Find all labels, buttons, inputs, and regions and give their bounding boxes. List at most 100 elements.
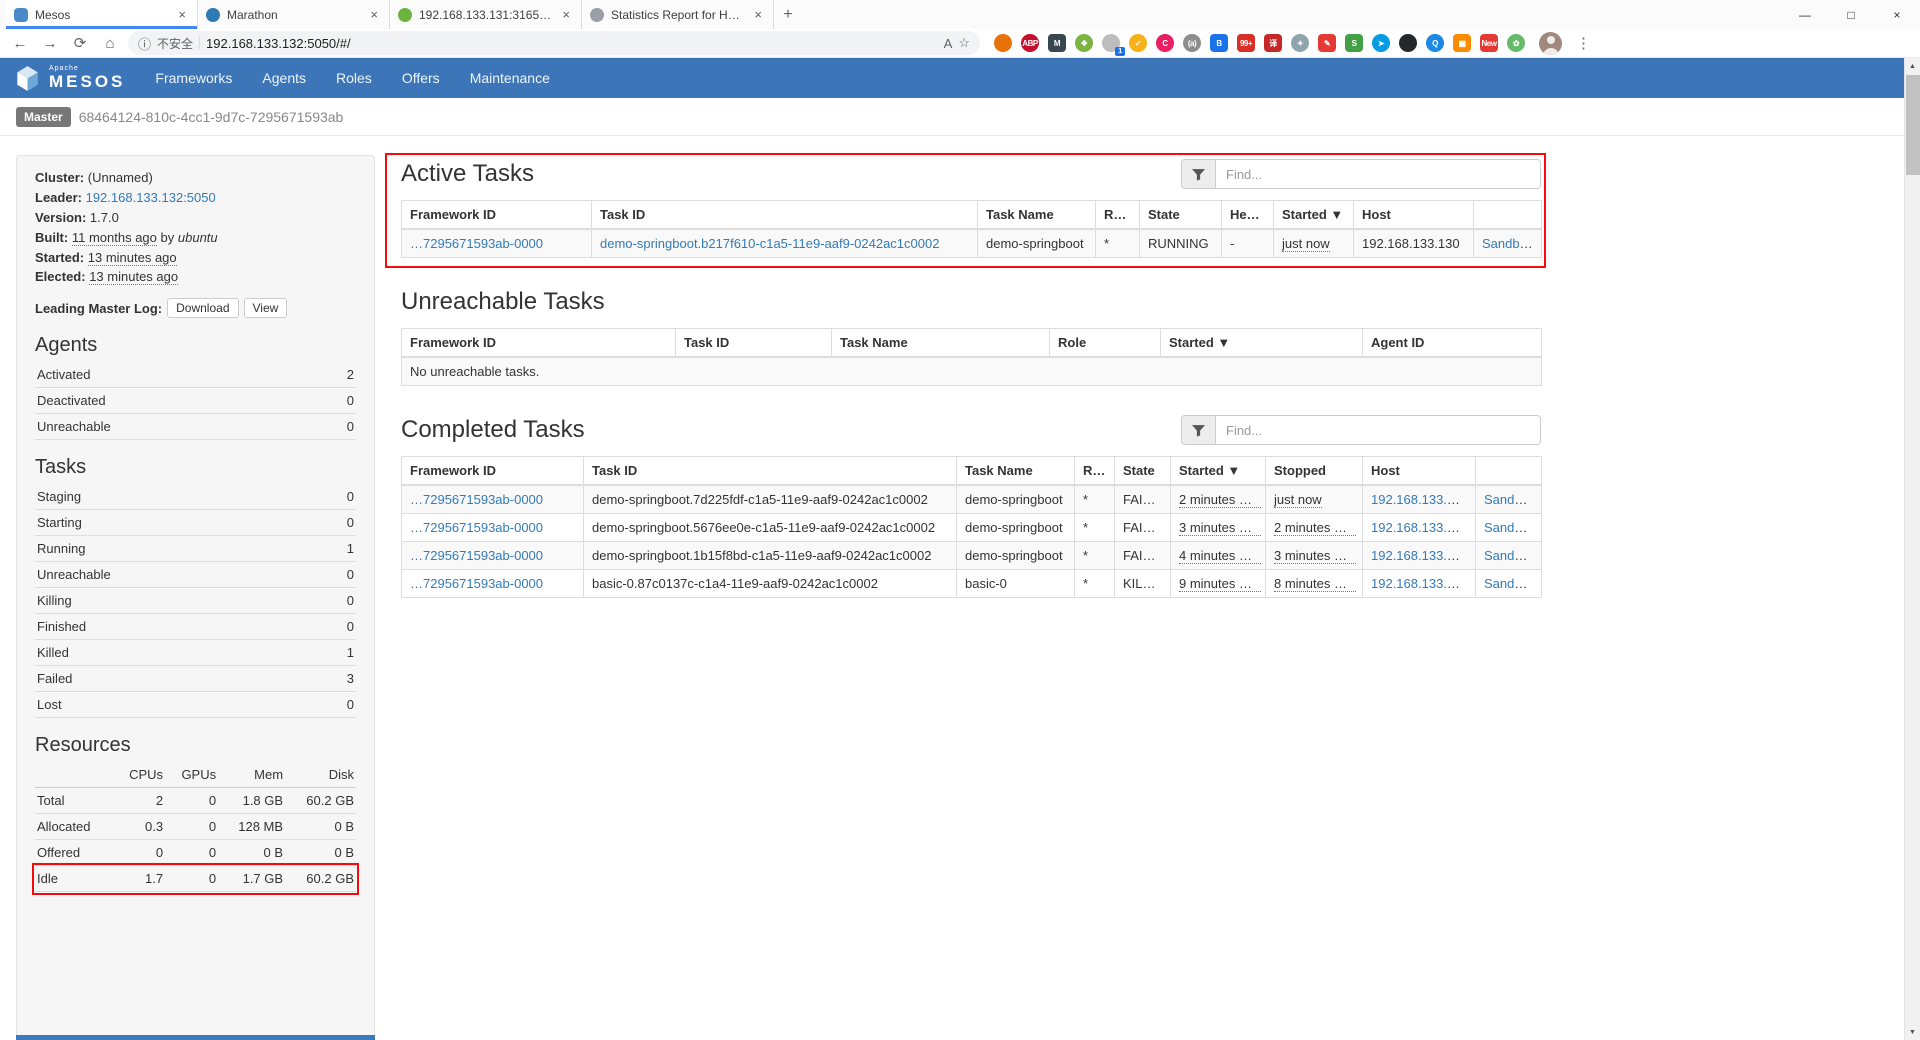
leader-link[interactable]: 192.168.133.132:5050 (86, 190, 216, 205)
maximize-button[interactable]: □ (1828, 0, 1874, 29)
filter-button[interactable] (1181, 415, 1215, 445)
nav-item[interactable]: Roles (336, 70, 372, 86)
framework-link[interactable]: …7295671593ab-0000 (410, 576, 543, 591)
extension-icon[interactable]: ✓ (1129, 34, 1147, 52)
column-header[interactable]: State (1115, 457, 1171, 486)
browser-tab[interactable]: Mesos × (6, 0, 198, 29)
column-header[interactable]: Role (1075, 457, 1115, 486)
log-download-button[interactable]: Download (167, 298, 238, 318)
framework-link[interactable]: …7295671593ab-0000 (410, 548, 543, 563)
column-header[interactable]: Host (1354, 201, 1474, 230)
extension-icon[interactable]: S (1345, 34, 1363, 52)
filter-button[interactable] (1181, 159, 1215, 189)
column-header[interactable] (1474, 201, 1542, 230)
task-name-cell: demo-springboot (978, 229, 1096, 258)
extension-glyph: New (1482, 39, 1497, 48)
column-header[interactable]: Task Name (957, 457, 1075, 486)
new-tab-button[interactable]: + (774, 0, 802, 29)
extension-icon[interactable]: Q (1426, 34, 1444, 52)
extension-icon[interactable]: M (1048, 34, 1066, 52)
extension-icon[interactable] (1399, 34, 1417, 52)
framework-link[interactable]: …7295671593ab-0000 (410, 520, 543, 535)
scrollbar-down-icon[interactable]: ▼ (1905, 1024, 1920, 1040)
reload-button[interactable]: ⟳ (68, 34, 92, 52)
extension-icon[interactable]: 译 (1264, 34, 1282, 52)
column-header[interactable]: Framework ID (402, 201, 592, 230)
column-header[interactable]: Framework ID (402, 329, 676, 358)
scrollbar[interactable]: ▲ ▼ (1904, 58, 1920, 1040)
nav-item[interactable]: Agents (262, 70, 306, 86)
sandbox-link[interactable]: Sandbox (1484, 576, 1535, 591)
nav-item[interactable]: Frameworks (155, 70, 232, 86)
column-header[interactable]: Started ▼ (1171, 457, 1266, 486)
find-input[interactable] (1215, 159, 1541, 189)
extension-icon[interactable]: ➤ (1372, 34, 1390, 52)
column-header[interactable]: Task Name (978, 201, 1096, 230)
translate-icon[interactable]: A (944, 36, 953, 51)
mesos-brand[interactable]: Apache MESOS (14, 65, 125, 92)
extension-icon[interactable]: ✎ (1318, 34, 1336, 52)
column-header[interactable]: Stopped (1266, 457, 1363, 486)
tab-close-icon[interactable]: × (559, 7, 573, 22)
site-info-icon[interactable]: ⓘ (138, 34, 151, 53)
column-header[interactable]: Health (1222, 201, 1274, 230)
column-header[interactable]: Task ID (584, 457, 957, 486)
minimize-button[interactable]: — (1782, 0, 1828, 29)
extension-icon[interactable]: 99+ (1237, 34, 1255, 52)
extension-icon[interactable]: C (1156, 34, 1174, 52)
tab-close-icon[interactable]: × (367, 7, 381, 22)
column-header[interactable] (1476, 457, 1542, 486)
column-header[interactable]: Task ID (592, 201, 978, 230)
sandbox-link[interactable]: Sandbox (1484, 492, 1535, 507)
tab-close-icon[interactable]: × (751, 7, 765, 22)
host-link[interactable]: 192.168.133.131 (1371, 492, 1469, 507)
host-link[interactable]: 192.168.133.130 (1371, 548, 1469, 563)
forward-button[interactable]: → (38, 35, 62, 52)
close-button[interactable]: × (1874, 0, 1920, 29)
nav-item[interactable]: Offers (402, 70, 440, 86)
column-header[interactable]: Agent ID (1363, 329, 1542, 358)
host-link[interactable]: 192.168.133.130 (1371, 520, 1469, 535)
address-bar[interactable]: ⓘ 不安全 192.168.133.132:5050/#/ A ☆ (128, 31, 980, 55)
profile-avatar[interactable] (1539, 32, 1562, 55)
column-header[interactable]: Role (1050, 329, 1161, 358)
nav-item[interactable]: Maintenance (470, 70, 550, 86)
tab-close-icon[interactable]: × (175, 7, 189, 22)
browser-tab[interactable]: Statistics Report for HAProxy × (582, 0, 774, 29)
sandbox-link[interactable]: Sandbox (1484, 548, 1535, 563)
extension-icon[interactable] (994, 34, 1012, 52)
extension-icon[interactable]: New (1480, 34, 1498, 52)
browser-tab[interactable]: 192.168.133.131:31657/hello × (390, 0, 582, 29)
host-link[interactable]: 192.168.133.130 (1371, 576, 1469, 591)
extension-icon[interactable]: (a) (1183, 34, 1201, 52)
framework-link[interactable]: …7295671593ab-0000 (410, 492, 543, 507)
column-header[interactable]: Host (1363, 457, 1476, 486)
extension-icon[interactable]: ABP (1021, 34, 1039, 52)
bookmark-star-icon[interactable]: ☆ (958, 35, 970, 51)
scrollbar-up-icon[interactable]: ▲ (1905, 58, 1920, 74)
extension-icon[interactable]: 1 (1102, 34, 1120, 52)
column-header[interactable]: Framework ID (402, 457, 584, 486)
sandbox-link[interactable]: Sandbox (1484, 520, 1535, 535)
log-view-button[interactable]: View (244, 298, 288, 318)
extension-icon[interactable]: ▦ (1453, 34, 1471, 52)
extension-icon[interactable]: ✦ (1291, 34, 1309, 52)
find-input[interactable] (1215, 415, 1541, 445)
column-header[interactable]: Started ▼ (1274, 201, 1354, 230)
task-link[interactable]: demo-springboot.b217f610-c1a5-11e9-aaf9-… (600, 236, 939, 251)
column-header[interactable]: Task ID (676, 329, 832, 358)
column-header[interactable]: Role (1096, 201, 1140, 230)
framework-link[interactable]: …7295671593ab-0000 (410, 236, 543, 251)
browser-menu-icon[interactable]: ⋮ (1576, 34, 1591, 52)
column-header[interactable]: Task Name (832, 329, 1050, 358)
extension-icon[interactable]: ❖ (1075, 34, 1093, 52)
extension-icon[interactable]: ✿ (1507, 34, 1525, 52)
extension-icon[interactable]: B (1210, 34, 1228, 52)
sandbox-link[interactable]: Sandbox (1482, 236, 1533, 251)
column-header[interactable]: Started ▼ (1161, 329, 1363, 358)
home-button[interactable]: ⌂ (98, 35, 122, 52)
column-header[interactable]: State (1140, 201, 1222, 230)
back-button[interactable]: ← (8, 35, 32, 52)
browser-tab[interactable]: Marathon × (198, 0, 390, 29)
scrollbar-thumb[interactable] (1906, 75, 1920, 175)
